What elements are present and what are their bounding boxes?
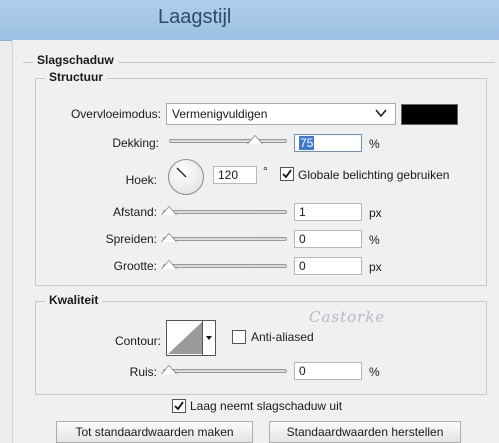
opacity-slider-thumb[interactable]: [248, 136, 262, 144]
knockout-label: Laag neemt slagschaduw uit: [190, 399, 343, 413]
angle-input[interactable]: 120: [213, 166, 257, 184]
distance-slider[interactable]: [163, 210, 287, 214]
size-input[interactable]: 0: [294, 257, 362, 275]
spread-label: Spreiden:: [105, 232, 157, 246]
contour-dropdown-button[interactable]: [202, 321, 215, 355]
checkmark-icon: [282, 169, 292, 179]
watermark-logo: Castorke: [309, 308, 386, 326]
noise-slider[interactable]: [163, 369, 287, 373]
opacity-unit: %: [369, 137, 380, 151]
size-value: 0: [299, 259, 306, 273]
distance-input[interactable]: 1: [294, 203, 362, 221]
angle-label: Hoek:: [125, 173, 157, 187]
angle-dial-hand: [176, 167, 187, 178]
angle-unit: °: [263, 164, 268, 178]
size-label: Grootte:: [113, 259, 157, 273]
caret-down-icon: [206, 336, 212, 340]
anti-aliased-checkbox[interactable]: [232, 330, 246, 344]
distance-value: 1: [299, 205, 306, 219]
noise-unit: %: [369, 365, 380, 379]
opacity-value: 75: [299, 136, 315, 150]
distance-label: Afstand:: [112, 205, 157, 219]
opacity-slider[interactable]: [169, 139, 287, 143]
spread-slider-thumb[interactable]: [162, 234, 176, 242]
blend-mode-value: Vermenigvuldigen: [172, 107, 268, 121]
contour-label: Contour:: [114, 334, 161, 348]
spread-value: 0: [299, 232, 306, 246]
layer-style-panel: Slagschaduw Structuur Overvloeimodus: Ve…: [12, 40, 499, 443]
contour-preview-icon: [168, 322, 202, 354]
noise-slider-thumb[interactable]: [162, 366, 176, 374]
quality-group: [35, 301, 487, 395]
reset-default-button[interactable]: Standaardwaarden herstellen: [269, 421, 461, 443]
size-slider-thumb[interactable]: [162, 261, 176, 269]
angle-dial[interactable]: [168, 159, 204, 195]
noise-input[interactable]: 0: [294, 362, 362, 380]
contour-picker[interactable]: [166, 320, 216, 356]
structure-legend: Structuur: [45, 70, 107, 84]
title-bar: Laagstijl: [0, 0, 499, 41]
angle-value: 120: [218, 168, 239, 182]
opacity-input[interactable]: 75: [294, 134, 362, 152]
size-unit: px: [369, 260, 382, 274]
spread-slider[interactable]: [163, 237, 287, 241]
quality-legend: Kwaliteit: [45, 293, 103, 307]
drop-shadow-legend: Slagschaduw: [33, 53, 118, 67]
size-slider[interactable]: [163, 264, 287, 268]
knockout-checkbox[interactable]: [172, 399, 186, 413]
shadow-color-swatch[interactable]: [401, 104, 458, 125]
global-light-label: Globale belichting gebruiken: [298, 168, 450, 182]
window-title: Laagstijl: [158, 6, 232, 28]
chevron-down-icon: [375, 106, 387, 123]
opacity-label: Dekking:: [112, 136, 159, 150]
global-light-checkbox[interactable]: [280, 167, 294, 181]
distance-slider-thumb[interactable]: [162, 207, 176, 215]
distance-unit: px: [369, 206, 382, 220]
noise-label: Ruis:: [129, 365, 157, 379]
make-default-button[interactable]: Tot standaardwaarden maken: [56, 421, 253, 443]
checkmark-icon: [174, 401, 184, 411]
blend-mode-select[interactable]: Vermenigvuldigen: [166, 103, 396, 125]
noise-value: 0: [299, 364, 306, 378]
spread-unit: %: [369, 233, 380, 247]
blend-mode-label: Overvloeimodus:: [70, 107, 161, 121]
spread-input[interactable]: 0: [294, 230, 362, 248]
anti-aliased-label: Anti-aliased: [251, 330, 314, 344]
